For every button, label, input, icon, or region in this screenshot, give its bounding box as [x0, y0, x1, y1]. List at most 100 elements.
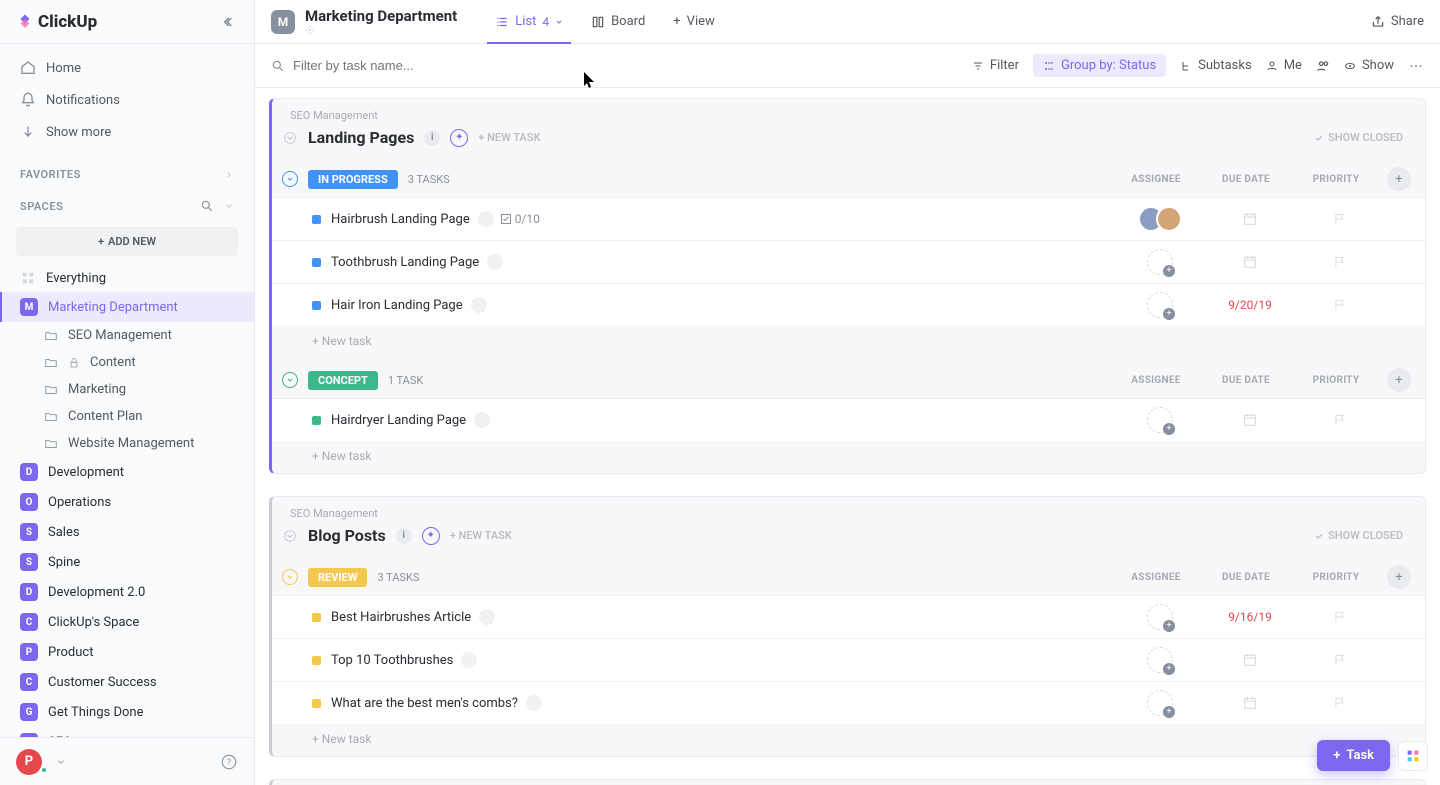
task-action-icon[interactable]	[487, 254, 503, 270]
task-row[interactable]: Hairdryer Landing Page	[272, 398, 1425, 441]
space-item[interactable]: O Operations	[0, 487, 254, 517]
new-task-inline[interactable]: + New task	[272, 326, 1425, 352]
priority-button[interactable]	[1333, 610, 1347, 624]
search-icon[interactable]	[200, 199, 214, 213]
filter-input[interactable]	[293, 58, 493, 73]
status-square-icon[interactable]	[312, 656, 321, 665]
assign-button[interactable]	[1147, 604, 1173, 630]
add-new-space-button[interactable]: + ADD NEW	[16, 227, 238, 256]
info-icon[interactable]: i	[424, 130, 440, 146]
space-item[interactable]: C ClickUp's Space	[0, 607, 254, 637]
space-badge[interactable]: M	[271, 10, 295, 34]
folder-item[interactable]: Content Plan	[0, 403, 254, 430]
folder-item[interactable]: Content	[0, 349, 254, 376]
status-square-icon[interactable]	[312, 301, 321, 310]
view-tab[interactable]: Board	[577, 0, 659, 43]
group-crumb[interactable]: SEO Management	[272, 109, 1425, 122]
status-square-icon[interactable]	[312, 416, 321, 425]
space-item[interactable]: D Development 2.0	[0, 577, 254, 607]
priority-button[interactable]	[1333, 413, 1347, 427]
chevron-down-icon[interactable]	[56, 757, 66, 767]
add-column-button[interactable]: +	[1387, 565, 1411, 589]
everything-item[interactable]: Everything	[0, 264, 254, 292]
add-column-button[interactable]: +	[1387, 368, 1411, 392]
assign-button[interactable]	[1147, 249, 1173, 275]
collapse-status-button[interactable]	[282, 171, 298, 187]
task-row[interactable]: Hair Iron Landing Page 9/20/19	[272, 283, 1425, 326]
new-task-floating-button[interactable]: + Task	[1317, 740, 1390, 771]
status-pill[interactable]: CONCEPT	[308, 371, 378, 390]
task-action-icon[interactable]	[526, 695, 542, 711]
priority-button[interactable]	[1333, 298, 1347, 312]
priority-button[interactable]	[1333, 696, 1347, 710]
assignee-avatars[interactable]	[1138, 206, 1182, 232]
due-date-button[interactable]	[1242, 412, 1258, 428]
status-square-icon[interactable]	[312, 215, 321, 224]
subtasks-button[interactable]: Subtasks	[1180, 58, 1252, 73]
share-button[interactable]: Share	[1371, 14, 1424, 29]
nav-item[interactable]: Home	[0, 52, 254, 84]
task-row[interactable]: Hairbrush Landing Page 0/10	[272, 197, 1425, 240]
groupby-button[interactable]: Group by: Status	[1033, 54, 1166, 77]
apps-button[interactable]	[1398, 741, 1428, 771]
task-action-icon[interactable]	[479, 609, 495, 625]
status-square-icon[interactable]	[312, 613, 321, 622]
nav-item[interactable]: Show more	[0, 116, 254, 148]
folder-item[interactable]: SEO Management	[0, 322, 254, 349]
more-button[interactable]	[1408, 58, 1424, 74]
status-square-icon[interactable]	[312, 258, 321, 267]
task-action-icon[interactable]	[478, 211, 494, 227]
help-button[interactable]: ?	[220, 753, 238, 771]
assign-button[interactable]	[1147, 690, 1173, 716]
priority-button[interactable]	[1333, 653, 1347, 667]
status-square-icon[interactable]	[312, 699, 321, 708]
filter-button[interactable]: Filter	[972, 58, 1019, 73]
new-task-link[interactable]: + NEW TASK	[450, 529, 512, 542]
add-column-button[interactable]: +	[1387, 167, 1411, 191]
assign-button[interactable]	[1147, 407, 1173, 433]
info-icon[interactable]: i	[396, 528, 412, 544]
task-row[interactable]: What are the best men's combs?	[272, 681, 1425, 724]
task-action-icon[interactable]	[471, 297, 487, 313]
favorites-header[interactable]: FAVORITES	[0, 156, 254, 187]
due-date[interactable]: 9/16/19	[1228, 610, 1272, 624]
priority-button[interactable]	[1333, 212, 1347, 226]
new-task-inline[interactable]: + New task	[272, 724, 1425, 750]
space-item[interactable]: G Get Things Done	[0, 697, 254, 727]
new-task-inline[interactable]: + New task	[272, 441, 1425, 467]
space-item[interactable]: S Sales	[0, 517, 254, 547]
show-button[interactable]: Show	[1344, 58, 1394, 73]
show-closed-button[interactable]: SHOW CLOSED	[1314, 529, 1415, 542]
space-item-active[interactable]: M Marketing Department	[0, 292, 254, 322]
task-action-icon[interactable]	[461, 652, 477, 668]
status-pill[interactable]: IN PROGRESS	[308, 170, 398, 189]
due-date-button[interactable]	[1242, 652, 1258, 668]
due-date[interactable]: 9/20/19	[1228, 298, 1272, 312]
subtask-count[interactable]: 0/10	[500, 212, 540, 226]
collapse-group-button[interactable]	[282, 528, 298, 544]
due-date-button[interactable]	[1242, 695, 1258, 711]
space-item[interactable]: S Spine	[0, 547, 254, 577]
space-item[interactable]: C Customer Success	[0, 667, 254, 697]
new-task-link[interactable]: + NEW TASK	[478, 131, 540, 144]
folder-item[interactable]: Website Management	[0, 430, 254, 457]
task-row[interactable]: Best Hairbrushes Article 9/16/19	[272, 595, 1425, 638]
space-item[interactable]: D Development	[0, 457, 254, 487]
group-title[interactable]: Landing Pages	[308, 128, 414, 147]
space-item[interactable]: P Product	[0, 637, 254, 667]
due-date-button[interactable]	[1242, 254, 1258, 270]
settings-icon[interactable]	[305, 25, 457, 35]
folder-item[interactable]: Marketing	[0, 376, 254, 403]
task-action-icon[interactable]	[474, 412, 490, 428]
group-crumb[interactable]: SEO Management	[272, 507, 1425, 520]
collapse-status-button[interactable]	[282, 569, 298, 585]
assign-button[interactable]	[1147, 292, 1173, 318]
group-title[interactable]: Blog Posts	[308, 526, 386, 545]
me-button[interactable]: Me	[1266, 58, 1302, 73]
assignees-button[interactable]	[1316, 59, 1330, 73]
content[interactable]: SEO Management Landing Pages i ✦ + NEW T…	[255, 88, 1440, 785]
assign-button[interactable]	[1147, 647, 1173, 673]
task-row[interactable]: Toothbrush Landing Page	[272, 240, 1425, 283]
ai-icon[interactable]: ✦	[422, 527, 440, 545]
collapse-sidebar-button[interactable]	[222, 14, 238, 30]
